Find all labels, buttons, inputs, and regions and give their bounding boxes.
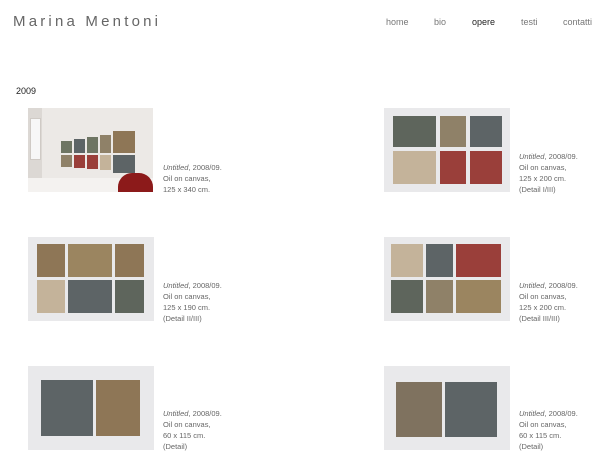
artwork-caption: Untitled, 2008/09. Oil on canvas, 60 x 1… [163, 408, 222, 452]
artwork-year: , 2008/09. [188, 281, 222, 290]
nav-bio[interactable]: bio [434, 17, 446, 27]
nav-home[interactable]: home [386, 17, 409, 27]
artwork-year: , 2008/09. [544, 152, 578, 161]
panel-khaki [68, 244, 112, 277]
panel-sand [37, 280, 65, 313]
artwork-size: 60 x 115 cm. [163, 431, 206, 440]
artwork-size: 125 x 340 cm. [163, 185, 211, 194]
artwork-caption: Untitled, 2008/09. Oil on canvas, 125 x … [163, 280, 222, 324]
artwork-photo-detail-2[interactable] [28, 237, 154, 321]
panel-slate [68, 280, 112, 313]
artwork-year: , 2008/09. [188, 409, 222, 418]
panel-olive [87, 137, 98, 153]
artwork-caption: Untitled, 2008/09. Oil on canvas, 125 x … [519, 280, 578, 324]
panel-tan [426, 280, 453, 313]
panel-slate [74, 139, 85, 153]
panel-grey-green [115, 280, 144, 313]
nav-contatti[interactable]: contatti [563, 17, 592, 27]
artwork-year: , 2008/09. [544, 409, 578, 418]
panel-sand [391, 244, 423, 277]
artwork-medium: Oil on canvas, [163, 420, 211, 429]
panel-slate [41, 380, 93, 436]
artwork-photo-detail-4[interactable] [28, 366, 154, 450]
panel-brown [115, 244, 144, 277]
artwork-caption: Untitled, 2008/09. Oil on canvas, 125 x … [519, 151, 578, 195]
artwork-photo-detail-1[interactable] [384, 108, 510, 192]
panel-tan [440, 116, 466, 147]
panel-red [87, 155, 98, 169]
artwork-title: Untitled [519, 152, 545, 161]
artwork-size: 60 x 115 cm. [519, 431, 562, 440]
artwork-title: Untitled [519, 409, 545, 418]
artwork-title: Untitled [163, 163, 189, 172]
panel-brown [113, 131, 135, 153]
artwork-medium: Oil on canvas, [163, 174, 211, 183]
artwork-size: 125 x 200 cm. [519, 174, 567, 183]
panel-slate [113, 155, 135, 173]
panel-khaki [456, 280, 501, 313]
panel-taupe [396, 382, 442, 437]
artwork-detail: (Detail I/III) [519, 185, 556, 194]
panel-sand [393, 151, 436, 184]
artwork-photo-detail-5[interactable] [384, 366, 510, 450]
panel-olive [61, 141, 72, 153]
panel-slate [470, 116, 502, 147]
artwork-detail: (Detail) [519, 442, 544, 451]
panel-sand [100, 155, 111, 170]
main-nav: home bio opere testi contatti [0, 17, 600, 29]
panel-red [456, 244, 501, 277]
section-year: 2009 [16, 86, 37, 96]
nav-testi[interactable]: testi [521, 17, 538, 27]
window [30, 118, 41, 160]
artwork-detail: (Detail III/III) [519, 314, 560, 323]
artwork-medium: Oil on canvas, [519, 292, 567, 301]
panel-tan [61, 155, 72, 167]
panel-slate [445, 382, 497, 437]
artwork-medium: Oil on canvas, [519, 420, 567, 429]
panel-tan [100, 135, 111, 153]
red-chair [118, 173, 153, 192]
panel-brown [96, 380, 140, 436]
nav-opere[interactable]: opere [472, 17, 495, 27]
artwork-photo-detail-3[interactable] [384, 237, 510, 321]
panel-brown [37, 244, 65, 277]
panel-red [74, 155, 85, 168]
artwork-medium: Oil on canvas, [163, 292, 211, 301]
artwork-medium: Oil on canvas, [519, 163, 567, 172]
panel-grey-green [391, 280, 423, 313]
panel-red [440, 151, 466, 184]
artwork-size: 125 x 200 cm. [519, 303, 567, 312]
artwork-caption: Untitled, 2008/09. Oil on canvas, 125 x … [163, 162, 222, 195]
artwork-year: , 2008/09. [544, 281, 578, 290]
artwork-title: Untitled [163, 281, 189, 290]
artwork-title: Untitled [163, 409, 189, 418]
artwork-detail: (Detail) [163, 442, 188, 451]
artwork-detail: (Detail II/III) [163, 314, 202, 323]
artwork-size: 125 x 190 cm. [163, 303, 211, 312]
panel-grey-green [393, 116, 436, 147]
artwork-year: , 2008/09. [188, 163, 222, 172]
artwork-caption: Untitled, 2008/09. Oil on canvas, 60 x 1… [519, 408, 578, 452]
artwork-title: Untitled [519, 281, 545, 290]
panel-red [470, 151, 502, 184]
artwork-photo-installation[interactable] [28, 108, 153, 192]
panel-slate [426, 244, 453, 277]
